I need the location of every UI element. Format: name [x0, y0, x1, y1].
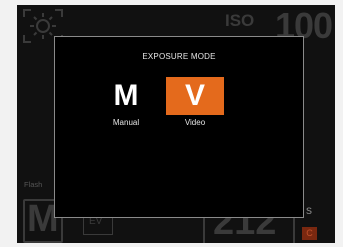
manual-label: Manual — [112, 118, 140, 127]
mode-option-video[interactable]: V Video — [166, 77, 224, 127]
shutter-unit: s — [306, 203, 312, 217]
c-badge: C — [302, 227, 317, 240]
dialog-title: EXPOSURE MODE — [142, 52, 216, 61]
exposure-mode-dialog: EXPOSURE MODE M Manual V Video — [54, 36, 304, 218]
manual-tile[interactable]: M — [97, 77, 155, 115]
video-tile[interactable]: V — [166, 77, 224, 115]
video-label: Video — [184, 118, 206, 127]
iso-label: ISO — [225, 11, 255, 30]
camera-screen: ISO 100 Flash M EV 212 s C EXPOSURE MODE… — [17, 5, 335, 243]
flash-label: Flash — [24, 180, 43, 189]
mode-option-manual[interactable]: M Manual — [97, 77, 155, 127]
